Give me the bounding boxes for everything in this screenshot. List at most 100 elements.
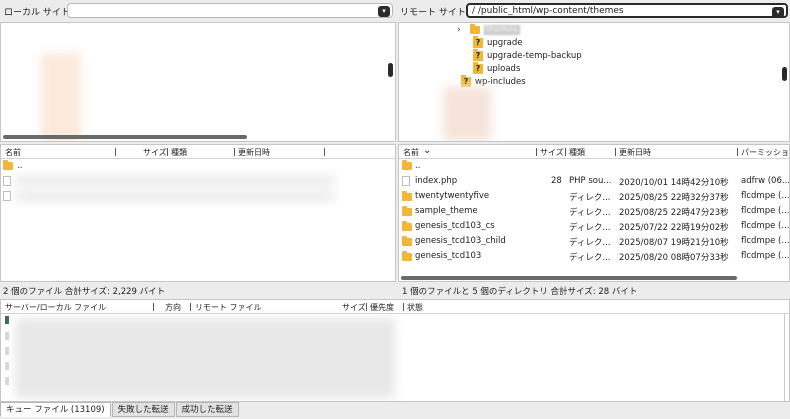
unknown-folder-icon: ? [461, 74, 471, 87]
folder-icon [402, 251, 412, 261]
file-type: ディレク... [569, 208, 611, 218]
column-permissions[interactable]: パーミッション [741, 147, 789, 158]
column-type[interactable]: 種類 [569, 147, 585, 158]
folder-icon [402, 191, 412, 201]
queue-row-marker [5, 362, 9, 370]
file-modified: 2025/08/20 08時07分33秒 [619, 253, 729, 263]
tree-item-themes[interactable]: › themes [457, 23, 520, 36]
local-tree-vscrollbar[interactable] [388, 63, 393, 77]
chevron-down-icon[interactable]: ▾ [378, 6, 390, 17]
list-item-parent[interactable]: .. [1, 159, 395, 174]
file-permissions: flcdmpe (... [741, 191, 790, 201]
column-type[interactable]: 種類 [171, 147, 187, 158]
file-modified: 2025/08/07 19時21分10秒 [619, 238, 729, 248]
tree-item-upgrade-temp-backup[interactable]: ? upgrade-temp-backup [473, 48, 582, 62]
column-modified[interactable]: 更新日時 [619, 147, 651, 158]
column-modified[interactable]: 更新日時 [238, 147, 270, 158]
file-name: .. [415, 161, 421, 171]
table-row[interactable]: genesis_tcd103_cs ディレク... 2025/07/22 22時… [399, 219, 789, 234]
remote-tree-pane[interactable]: › themes ? upgrade ? upgrade-temp-backup… [398, 22, 790, 142]
tree-item-label: upgrade [487, 37, 523, 48]
table-row[interactable]: index.php 28 PHP sou... 2020/10/01 14時42… [399, 174, 789, 189]
file-permissions: flcdmpe (... [741, 251, 790, 261]
tab-queued-files[interactable]: キュー ファイル (13109) [0, 402, 111, 417]
column-server-local[interactable]: サーバー/ローカル ファイル [5, 302, 106, 313]
queue-row-marker [5, 377, 9, 385]
table-row[interactable]: genesis_tcd103_child ディレク... 2025/08/07 … [399, 234, 789, 249]
remote-list-header: 名前 ⌄ サイズ 種類 更新日時 パーミッション [399, 145, 789, 159]
remote-site-input[interactable]: / /public_html/wp-content/themes ▾ [466, 3, 788, 18]
unknown-folder-icon: ? [473, 35, 483, 48]
file-permissions: flcdmpe (... [741, 221, 790, 231]
list-item[interactable] [1, 189, 395, 204]
remote-list-hscrollbar[interactable] [401, 276, 737, 280]
file-permissions: flcdmpe (... [741, 206, 790, 216]
chevron-right-icon[interactable]: › [457, 25, 467, 35]
tab-successful-transfers[interactable]: 成功した転送 [175, 402, 239, 417]
chevron-down-icon[interactable]: ▾ [772, 7, 784, 18]
local-tree-pane[interactable] [0, 22, 396, 142]
queue-scroll-track[interactable] [784, 314, 785, 401]
local-site-bar: ローカル サイト: ▾ [0, 0, 396, 22]
transfer-queue[interactable]: サーバー/ローカル ファイル 方向 リモート ファイル サイズ 優先度 状態 [0, 299, 790, 402]
file-permissions: adfrw (06... [741, 176, 790, 186]
tree-item-label: wp-includes [475, 76, 526, 87]
file-name: sample_theme [415, 206, 478, 216]
column-size[interactable]: サイズ [342, 302, 366, 313]
tree-item-upgrade[interactable]: ? upgrade [473, 35, 523, 49]
file-permissions: flcdmpe (... [741, 236, 790, 246]
column-size[interactable]: サイズ [143, 147, 167, 158]
redacted-area [443, 87, 491, 141]
remote-site-bar: リモート サイト: / /public_html/wp-content/them… [398, 0, 790, 22]
remote-file-list[interactable]: 名前 ⌄ サイズ 種類 更新日時 パーミッション .. index.php 28… [398, 144, 790, 282]
file-name: genesis_tcd103_child [415, 236, 506, 246]
column-name[interactable]: 名前 [5, 147, 21, 158]
file-modified: 2020/10/01 14時42分10秒 [619, 178, 729, 188]
column-remote-file[interactable]: リモート ファイル [195, 302, 262, 313]
tab-failed-transfers[interactable]: 失敗した転送 [111, 402, 175, 417]
file-name: genesis_tcd103 [415, 251, 482, 261]
table-row[interactable]: twentytwentyfive ディレク... 2025/08/25 22時3… [399, 189, 789, 204]
column-status[interactable]: 状態 [407, 302, 423, 313]
file-name: genesis_tcd103_cs [415, 221, 495, 231]
local-site-input[interactable]: ▾ [67, 3, 393, 18]
file-type: ディレク... [569, 253, 611, 263]
queue-tabs: キュー ファイル (13109) 失敗した転送 成功した転送 [0, 402, 240, 417]
remote-tree-vscrollbar[interactable] [782, 67, 787, 81]
folder-icon [402, 221, 412, 231]
unknown-folder-icon: ? [473, 48, 483, 61]
file-size: 28 [551, 176, 562, 186]
server-icon [5, 316, 9, 324]
redacted-area [15, 176, 335, 186]
remote-site-label: リモート サイト: [400, 8, 469, 18]
tree-item-uploads[interactable]: ? uploads [473, 61, 521, 75]
folder-icon [402, 236, 412, 246]
file-name: .. [17, 161, 23, 171]
column-name[interactable]: 名前 [403, 147, 419, 158]
file-icon [3, 176, 11, 186]
local-tree-hscrollbar[interactable] [3, 135, 247, 139]
file-icon [402, 176, 410, 186]
column-direction[interactable]: 方向 [165, 302, 181, 313]
column-size[interactable]: サイズ [540, 147, 564, 158]
unknown-folder-icon: ? [473, 61, 483, 74]
table-row[interactable]: sample_theme ディレク... 2025/08/25 22時47分23… [399, 204, 789, 219]
redacted-area [15, 191, 335, 201]
redacted-area [41, 53, 81, 141]
list-item-parent[interactable]: .. [399, 159, 789, 174]
folder-icon [402, 160, 412, 170]
file-name: twentytwentyfive [415, 191, 490, 201]
file-modified: 2025/08/25 22時47分23秒 [619, 208, 729, 218]
local-file-list[interactable]: 名前 サイズ 種類 更新日時 .. [0, 144, 396, 282]
list-item[interactable] [1, 174, 395, 189]
queue-header: サーバー/ローカル ファイル 方向 リモート ファイル サイズ 優先度 状態 [1, 300, 789, 314]
file-modified: 2025/08/25 22時32分37秒 [619, 193, 729, 203]
tree-item-label: uploads [487, 63, 521, 74]
table-row[interactable]: genesis_tcd103 ディレク... 2025/08/20 08時07分… [399, 249, 789, 264]
file-type: ディレク... [569, 193, 611, 203]
column-priority[interactable]: 優先度 [370, 302, 394, 313]
tree-item-label: themes [484, 24, 520, 35]
local-list-header: 名前 サイズ 種類 更新日時 [1, 145, 395, 159]
redacted-area [15, 318, 395, 398]
sort-descending-icon[interactable]: ⌄ [423, 145, 431, 156]
